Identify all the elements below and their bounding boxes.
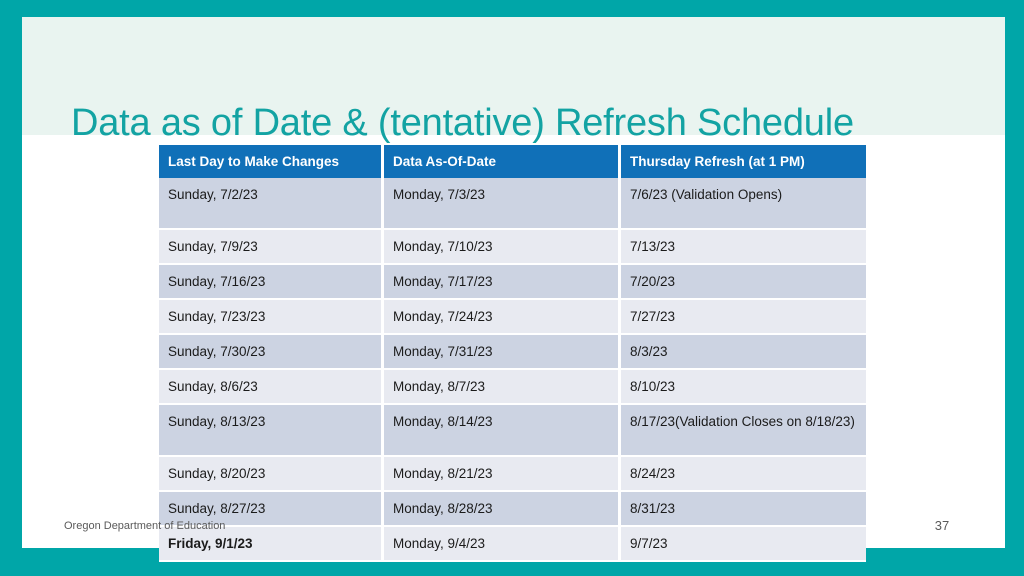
table-row: Sunday, 7/9/23 Monday, 7/10/23 7/13/23 [159,230,866,265]
cell-thursday-refresh: 8/17/23(Validation Closes on 8/18/23) [621,405,866,457]
column-header-data-as-of-date: Data As-Of-Date [384,145,621,178]
cell-last-day: Sunday, 7/9/23 [159,230,384,265]
cell-data-as-of-date: Monday, 7/10/23 [384,230,621,265]
cell-data-as-of-date: Monday, 7/31/23 [384,335,621,370]
table-row: Sunday, 8/13/23 Monday, 8/14/23 8/17/23(Va… [159,405,866,457]
column-header-last-day: Last Day to Make Changes [159,145,384,178]
cell-last-day: Sunday, 8/20/23 [159,457,384,492]
cell-thursday-refresh: 7/13/23 [621,230,866,265]
table-header-row: Last Day to Make Changes Data As-Of-Date… [159,145,866,178]
cell-thursday-refresh: 8/10/23 [621,370,866,405]
cell-thursday-refresh: 9/7/23 [621,527,866,562]
cell-data-as-of-date: Monday, 7/17/23 [384,265,621,300]
cell-data-as-of-date: Monday, 8/21/23 [384,457,621,492]
cell-data-as-of-date: Monday, 7/24/23 [384,300,621,335]
table-body: Sunday, 7/2/23 Monday, 7/3/23 7/6/23 (Vali… [159,178,866,562]
cell-thursday-refresh: 7/27/23 [621,300,866,335]
cell-data-as-of-date: Monday, 7/3/23 [384,178,621,230]
cell-last-day: Sunday, 7/23/23 [159,300,384,335]
cell-last-day: Sunday, 7/30/23 [159,335,384,370]
cell-thursday-refresh: 8/31/23 [621,492,866,527]
cell-thursday-refresh: 7/20/23 [621,265,866,300]
table-header: Last Day to Make Changes Data As-Of-Date… [159,145,866,178]
cell-thursday-refresh: 7/6/23 (Validation Opens) [621,178,866,230]
table-row: Friday, 9/1/23 Monday, 9/4/23 9/7/23 [159,527,866,562]
page-title: Data as of Date & (tentative) Refresh Sc… [71,102,854,145]
slide-body: Data as of Date & (tentative) Refresh Sc… [22,17,1005,562]
slide-frame: Data as of Date & (tentative) Refresh Sc… [0,0,1024,576]
footer-organization: Oregon Department of Education [64,520,226,532]
refresh-schedule-table: Last Day to Make Changes Data As-Of-Date… [159,145,866,562]
cell-last-day: Sunday, 8/6/23 [159,370,384,405]
cell-last-day: Sunday, 7/2/23 [159,178,384,230]
cell-last-day: Friday, 9/1/23 [159,527,384,562]
table-row: Sunday, 8/6/23 Monday, 8/7/23 8/10/23 [159,370,866,405]
cell-data-as-of-date: Monday, 9/4/23 [384,527,621,562]
table-row: Sunday, 7/23/23 Monday, 7/24/23 7/27/23 [159,300,866,335]
cell-thursday-refresh: 8/3/23 [621,335,866,370]
cell-last-day: Sunday, 8/13/23 [159,405,384,457]
cell-thursday-refresh: 8/24/23 [621,457,866,492]
table-row: Sunday, 7/30/23 Monday, 7/31/23 8/3/23 [159,335,866,370]
cell-last-day: Sunday, 7/16/23 [159,265,384,300]
cell-data-as-of-date: Monday, 8/14/23 [384,405,621,457]
cell-data-as-of-date: Monday, 8/28/23 [384,492,621,527]
table-row: Sunday, 8/27/23 Monday, 8/28/23 8/31/23 [159,492,866,527]
cell-data-as-of-date: Monday, 8/7/23 [384,370,621,405]
table-row: Sunday, 7/16/23 Monday, 7/17/23 7/20/23 [159,265,866,300]
footer-page-number: 37 [934,518,950,533]
table-row: Sunday, 7/2/23 Monday, 7/3/23 7/6/23 (Vali… [159,178,866,230]
table-row: Sunday, 8/20/23 Monday, 8/21/23 8/24/23 [159,457,866,492]
column-header-thursday-refresh: Thursday Refresh (at 1 PM) [621,145,866,178]
